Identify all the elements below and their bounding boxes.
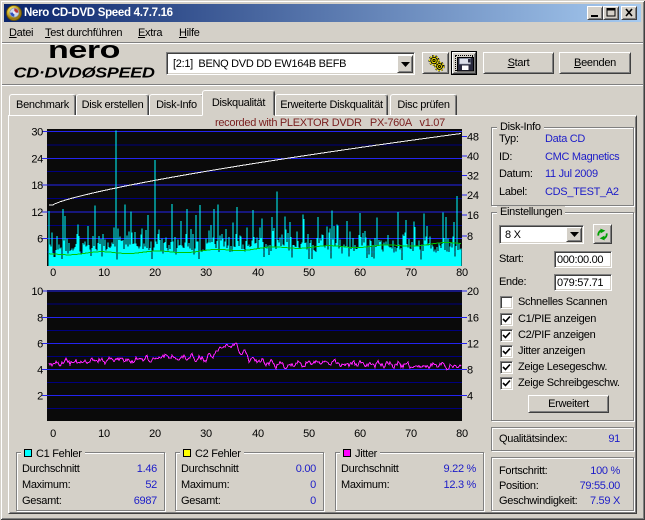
svg-text:16: 16 bbox=[467, 312, 479, 324]
svg-text:2: 2 bbox=[37, 391, 43, 403]
svg-text:6: 6 bbox=[37, 338, 43, 350]
svg-text:0: 0 bbox=[50, 267, 56, 279]
svg-text:10: 10 bbox=[98, 267, 110, 279]
svg-text:4: 4 bbox=[37, 365, 43, 377]
svg-text:60: 60 bbox=[354, 428, 366, 440]
svg-text:18: 18 bbox=[31, 180, 43, 192]
svg-text:12: 12 bbox=[467, 338, 479, 350]
svg-text:6: 6 bbox=[37, 234, 43, 246]
svg-text:60: 60 bbox=[354, 267, 366, 279]
svg-text:32: 32 bbox=[467, 170, 479, 182]
svg-text:10: 10 bbox=[98, 428, 110, 440]
svg-text:20: 20 bbox=[149, 428, 161, 440]
svg-text:4: 4 bbox=[467, 391, 473, 403]
svg-text:30: 30 bbox=[200, 428, 212, 440]
svg-text:30: 30 bbox=[200, 267, 212, 279]
svg-text:40: 40 bbox=[252, 428, 264, 440]
svg-text:70: 70 bbox=[405, 428, 417, 440]
svg-text:40: 40 bbox=[467, 151, 479, 163]
svg-text:20: 20 bbox=[467, 286, 479, 298]
svg-text:24: 24 bbox=[31, 153, 43, 165]
svg-text:0: 0 bbox=[50, 428, 56, 440]
svg-text:24: 24 bbox=[467, 190, 479, 202]
svg-text:8: 8 bbox=[37, 312, 43, 324]
svg-text:30: 30 bbox=[31, 127, 43, 139]
svg-text:10: 10 bbox=[31, 286, 43, 298]
svg-text:8: 8 bbox=[467, 231, 473, 243]
svg-text:16: 16 bbox=[467, 210, 479, 222]
svg-text:8: 8 bbox=[467, 365, 473, 377]
svg-text:12: 12 bbox=[31, 207, 43, 219]
svg-text:70: 70 bbox=[405, 267, 417, 279]
svg-text:48: 48 bbox=[467, 132, 479, 144]
svg-text:80: 80 bbox=[456, 267, 468, 279]
svg-text:80: 80 bbox=[456, 428, 468, 440]
svg-text:20: 20 bbox=[149, 267, 161, 279]
svg-text:50: 50 bbox=[303, 428, 315, 440]
svg-text:40: 40 bbox=[252, 267, 264, 279]
svg-text:50: 50 bbox=[303, 267, 315, 279]
